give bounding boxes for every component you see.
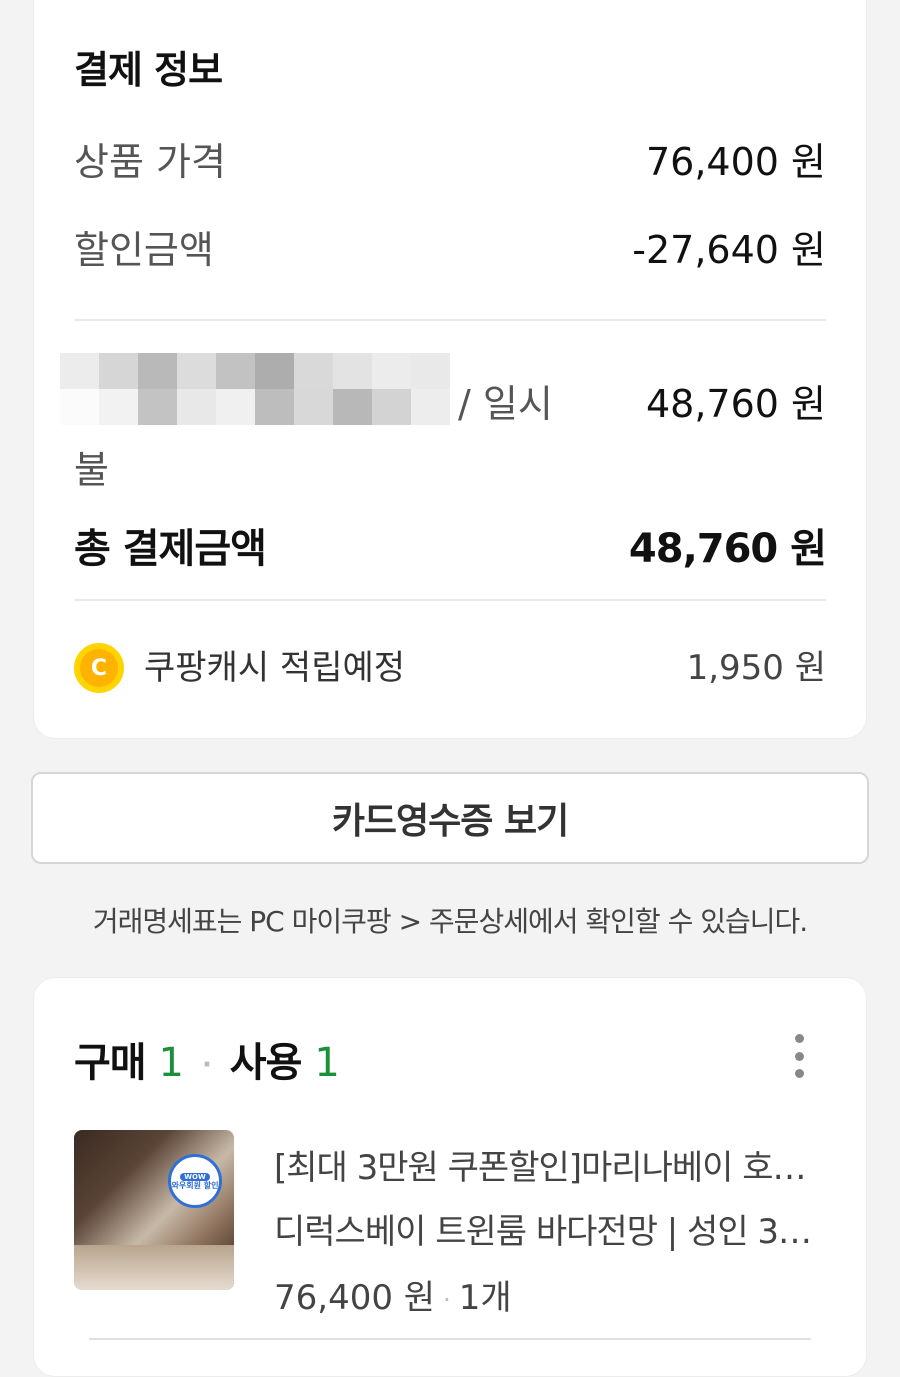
coupang-cash-value: 1,950 원 — [686, 648, 826, 688]
redacted-card-name — [60, 353, 450, 425]
product-thumbnail[interactable]: WOW 와우회원 할인 — [74, 1130, 234, 1290]
product-price-value: 76,400 원 — [645, 140, 826, 184]
order-card: 구매 1 · 사용 1 WOW 와우회원 할인 [최대 3만원 쿠폰할인]마리나… — [33, 977, 867, 1377]
order-summary-heading: 구매 1 · 사용 1 — [74, 1030, 340, 1088]
purchase-count: 1 — [158, 1040, 184, 1086]
product-title-line2[interactable]: 디럭스베이 트윈룸 바다전망 | 성인 3… — [274, 1204, 826, 1253]
divider — [74, 319, 826, 321]
total-value: 48,760 원 — [628, 526, 827, 572]
product-title-line1[interactable]: [최대 3만원 쿠폰할인]마리나베이 호… — [274, 1140, 826, 1189]
divider — [74, 599, 826, 601]
coupang-cash-label: 쿠팡캐시 적립예정 — [144, 648, 406, 688]
product-price-label: 상품 가격 — [74, 140, 226, 184]
payment-method-suffix: / 일시 — [458, 382, 553, 426]
divider — [89, 1338, 811, 1340]
wow-member-discount-badge: WOW 와우회원 할인 — [168, 1154, 222, 1208]
product-price-quantity: 76,400 원 · 1개 — [274, 1278, 512, 1318]
product-price-row: 상품 가격 76,400 원 — [74, 131, 826, 186]
separator-dot: · — [201, 1050, 212, 1080]
product-quantity: 1개 — [458, 1278, 512, 1318]
more-options-icon[interactable] — [792, 1034, 806, 1078]
coupang-cash-coin-icon: C — [74, 643, 124, 693]
discount-label: 할인금액 — [74, 228, 214, 272]
view-card-receipt-button[interactable]: 카드영수증 보기 — [31, 772, 869, 864]
product-price: 76,400 원 — [274, 1278, 436, 1318]
total-row: 총 결제금액 48,760 원 — [74, 516, 827, 574]
use-label: 사용 — [229, 1040, 303, 1086]
payment-method-amount: 48,760 원 — [645, 382, 826, 426]
discount-row: 할인금액 -27,640 원 — [74, 219, 826, 274]
payment-info-title: 결제 정보 — [74, 48, 223, 92]
discount-value: -27,640 원 — [632, 228, 826, 272]
purchase-label: 구매 — [74, 1040, 147, 1086]
payment-info-card: 결제 정보 상품 가격 76,400 원 할인금액 -27,640 원 / 일시… — [33, 0, 867, 739]
use-count: 1 — [314, 1040, 339, 1086]
total-label: 총 결제금액 — [74, 526, 267, 572]
invoice-notice: 거래명세표는 PC 마이쿠팡 > 주문상세에서 확인할 수 있습니다. — [92, 905, 808, 938]
payment-method-wrap: 불 — [74, 448, 109, 492]
